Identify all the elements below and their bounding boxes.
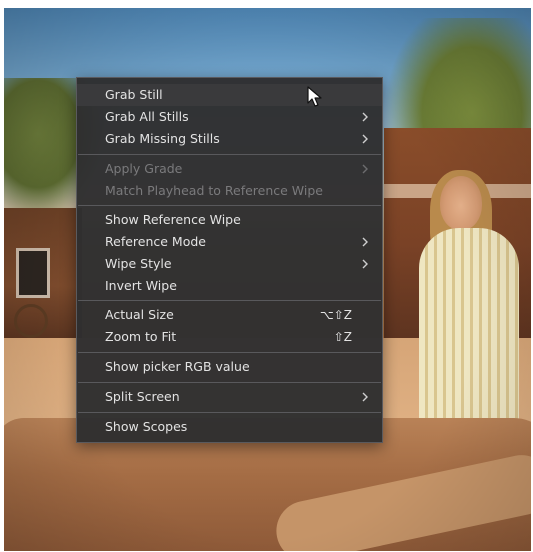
- menu-item-show-picker-rgb[interactable]: Show picker RGB value: [77, 356, 382, 378]
- mouse-pointer-icon: [307, 86, 323, 108]
- context-menu: Grab Still Grab All Stills Grab Missing …: [76, 77, 383, 443]
- menu-item-show-reference-wipe[interactable]: Show Reference Wipe: [77, 209, 382, 231]
- menu-separator: [78, 205, 381, 206]
- menu-item-label: Show picker RGB value: [105, 359, 250, 374]
- chevron-right-icon: [360, 112, 370, 122]
- menu-item-label: Split Screen: [105, 389, 180, 404]
- menu-item-label: Apply Grade: [105, 161, 183, 176]
- chevron-right-icon: [360, 259, 370, 269]
- menu-separator: [78, 412, 381, 413]
- chevron-right-icon: [360, 392, 370, 402]
- menu-item-label: Grab Still: [105, 87, 163, 102]
- menu-item-label: Zoom to Fit: [105, 329, 177, 344]
- menu-item-show-scopes[interactable]: Show Scopes: [77, 416, 382, 438]
- menu-item-grab-still[interactable]: Grab Still: [77, 84, 382, 106]
- menu-item-label: Show Reference Wipe: [105, 212, 241, 227]
- menu-item-label: Grab Missing Stills: [105, 131, 220, 146]
- menu-item-label: Invert Wipe: [105, 278, 177, 293]
- chevron-right-icon: [360, 134, 370, 144]
- menu-separator: [78, 352, 381, 353]
- menu-item-label: Show Scopes: [105, 419, 188, 434]
- menu-item-label: Wipe Style: [105, 256, 172, 271]
- menu-item-label: Match Playhead to Reference Wipe: [105, 183, 323, 198]
- menu-item-label: Reference Mode: [105, 234, 206, 249]
- chevron-right-icon: [360, 237, 370, 247]
- menu-item-grab-missing-stills[interactable]: Grab Missing Stills: [77, 128, 382, 150]
- menu-separator: [78, 382, 381, 383]
- menu-item-reference-mode[interactable]: Reference Mode: [77, 231, 382, 253]
- chevron-right-icon: [360, 164, 370, 174]
- menu-separator: [78, 154, 381, 155]
- shortcut-label: ⇧Z: [333, 330, 352, 344]
- menu-item-apply-grade: Apply Grade: [77, 158, 382, 180]
- menu-item-wipe-style[interactable]: Wipe Style: [77, 253, 382, 275]
- menu-item-zoom-to-fit[interactable]: Zoom to Fit ⇧Z: [77, 326, 382, 348]
- menu-item-split-screen[interactable]: Split Screen: [77, 386, 382, 408]
- menu-item-actual-size[interactable]: Actual Size ⌥⇧Z: [77, 304, 382, 326]
- menu-item-match-playhead: Match Playhead to Reference Wipe: [77, 180, 382, 202]
- shortcut-label: ⌥⇧Z: [319, 308, 352, 322]
- menu-item-label: Actual Size: [105, 307, 174, 322]
- menu-separator: [78, 300, 381, 301]
- menu-item-invert-wipe[interactable]: Invert Wipe: [77, 275, 382, 297]
- menu-item-label: Grab All Stills: [105, 109, 189, 124]
- menu-item-grab-all-stills[interactable]: Grab All Stills: [77, 106, 382, 128]
